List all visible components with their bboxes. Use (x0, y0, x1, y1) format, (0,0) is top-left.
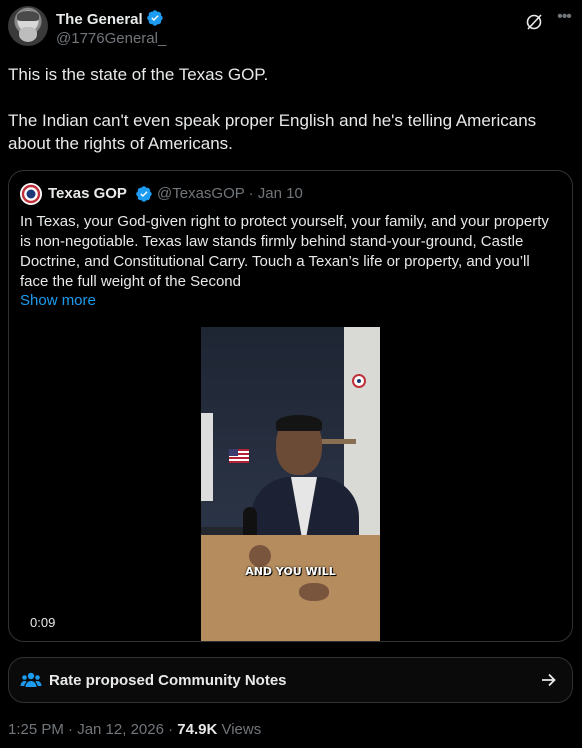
verified-badge-icon (136, 186, 152, 202)
views-count: 74.9K (177, 721, 218, 738)
video-duration: 0:09 (30, 615, 56, 630)
show-more-link[interactable]: Show more (20, 292, 96, 309)
grok-icon[interactable] (524, 12, 544, 32)
community-notes-button[interactable]: Rate proposed Community Notes (8, 657, 573, 703)
tweet-metadata: 1:25 PM · Jan 12, 2026 · 74.9K Views (8, 721, 261, 738)
community-notes-label: Rate proposed Community Notes (49, 672, 287, 689)
quoted-tweet-text: In Texas, your God-given right to protec… (20, 213, 549, 290)
video-player[interactable]: AND YOU WILL (201, 327, 380, 641)
author-name-row[interactable]: The General (56, 9, 164, 28)
community-notes-icon (20, 672, 42, 687)
more-options-icon[interactable]: ••• (554, 8, 574, 28)
tweet-header: The General @1776General_ ••• (8, 6, 574, 50)
author-avatar[interactable] (8, 6, 48, 46)
tweet-text: This is the state of the Texas GOP. The … (8, 63, 568, 155)
quoted-author-name[interactable]: Texas GOP (48, 185, 127, 202)
views-label: Views (217, 721, 262, 738)
texas-gop-logo-icon (352, 374, 366, 388)
flag-icon (229, 449, 249, 463)
quoted-author-avatar[interactable] (20, 183, 42, 205)
quoted-handle-date[interactable]: @TexasGOP · Jan 10 (157, 185, 303, 202)
tweet-paragraph: This is the state of the Texas GOP. (8, 65, 269, 84)
timestamp[interactable]: 1:25 PM · Jan 12, 2026 · (8, 721, 177, 738)
verified-badge-icon (146, 10, 163, 26)
quoted-tweet[interactable]: Texas GOP @TexasGOP · Jan 10 In Texas, y… (8, 170, 573, 642)
author-name[interactable]: The General (56, 11, 143, 28)
tweet-paragraph: The Indian can't even speak proper Engli… (8, 111, 537, 153)
author-handle[interactable]: @1776General_ (56, 30, 166, 47)
video-caption: AND YOU WILL (245, 565, 336, 578)
arrow-right-icon (542, 673, 556, 687)
